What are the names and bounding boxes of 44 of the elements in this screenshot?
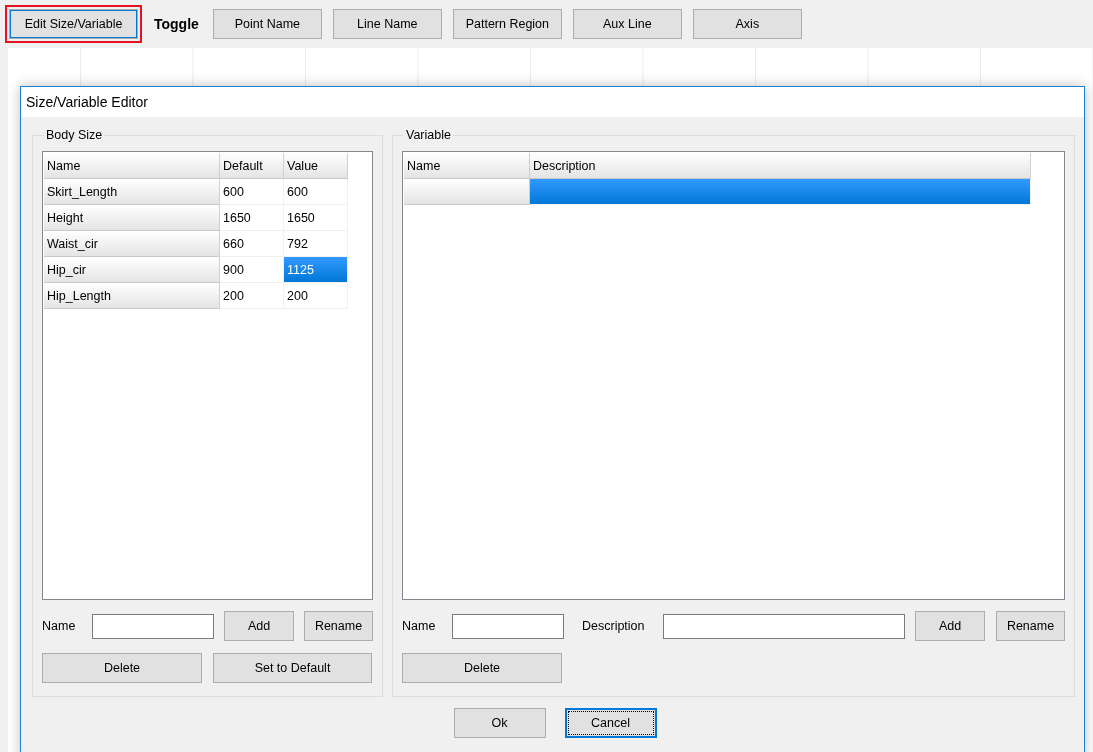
table-cell[interactable]: 1125 (284, 257, 348, 283)
column-header[interactable]: Description (530, 153, 1031, 179)
row-header[interactable]: Hip_cir (44, 257, 220, 283)
table-cell[interactable]: 1650 (284, 205, 348, 231)
delete-button[interactable]: Delete (42, 653, 202, 683)
row-header[interactable]: Skirt_Length (44, 179, 220, 205)
table-cell[interactable]: 600 (284, 179, 348, 205)
rename-button[interactable]: Rename (304, 611, 373, 641)
dialog-title: Size/Variable Editor (21, 87, 1084, 117)
name-input[interactable] (452, 613, 564, 639)
row-header[interactable]: Height (44, 205, 220, 231)
name-label: Name (42, 619, 77, 633)
toggle-button[interactable]: Point Name (212, 9, 322, 39)
table-cell[interactable]: 200 (284, 283, 348, 309)
description-label: Description (582, 619, 646, 633)
table-cell: 600 (220, 179, 284, 205)
add-button[interactable]: Add (915, 611, 985, 641)
name-input[interactable] (92, 613, 214, 639)
rename-button[interactable]: Rename (996, 611, 1065, 641)
add-button[interactable]: Add (224, 611, 294, 641)
set-to-default-button[interactable]: Set to Default (213, 653, 372, 683)
toggle-label: Toggle (154, 16, 199, 32)
row-header[interactable]: Waist_cir (44, 231, 220, 257)
toggle-button[interactable]: Axis (692, 9, 802, 39)
description-input[interactable] (663, 613, 905, 639)
column-header[interactable]: Name (44, 153, 220, 179)
toggle-button[interactable]: Line Name (332, 9, 442, 39)
row-header[interactable]: Hip_Length (44, 283, 220, 309)
ok-button[interactable]: Ok (453, 708, 546, 738)
toggle-button[interactable]: Pattern Region (452, 9, 562, 39)
column-header[interactable]: Default (220, 153, 284, 179)
edit-size-variable-button[interactable]: Edit Size/Variable (9, 9, 138, 39)
table-cell: 200 (220, 283, 284, 309)
group-title: Variable (405, 128, 452, 142)
column-header[interactable]: Name (404, 153, 530, 179)
cancel-button[interactable]: Cancel (564, 708, 657, 738)
name-label: Name (402, 619, 437, 633)
table-cell: 1650 (220, 205, 284, 231)
column-header[interactable]: Value (284, 153, 348, 179)
delete-button[interactable]: Delete (402, 653, 562, 683)
table-cell[interactable] (530, 179, 1031, 205)
table-cell: 660 (220, 231, 284, 257)
group-title: Body Size (45, 128, 104, 142)
toggle-button[interactable]: Aux Line (572, 9, 682, 39)
